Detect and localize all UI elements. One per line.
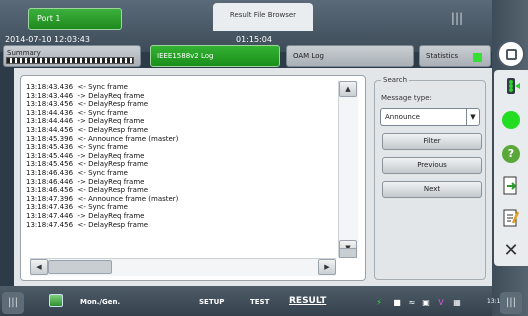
plug-icon: ⚡: [376, 298, 382, 307]
vertical-scrollbar[interactable]: [338, 81, 358, 257]
tab-ieee-label: IEEE1588v2 Log: [157, 52, 214, 60]
calendar-icon: ▦: [453, 298, 461, 307]
test-tab[interactable]: TEST: [250, 298, 269, 306]
tab-statistics[interactable]: Statistics: [419, 45, 491, 67]
message-type-label: Message type:: [381, 94, 432, 102]
sd-icon: ▣: [422, 298, 430, 307]
storage-icon: ■: [393, 298, 401, 307]
message-type-select[interactable]: Announce ▼: [380, 108, 480, 126]
log-line: 13:18:47.436 <- Sync frame: [26, 203, 128, 212]
port-1-tab[interactable]: Port 1: [28, 8, 122, 30]
log-line: 13:18:46.446 -> DelayReq frame: [26, 177, 145, 186]
mon-gen-icon[interactable]: [49, 294, 63, 307]
bottom-bar: [0, 286, 492, 316]
stop-icon: [505, 48, 517, 60]
page-title: Result File Browser: [213, 3, 313, 31]
tab-ieee1588v2-log[interactable]: IEEE1588v2 Log: [150, 45, 280, 67]
log-line: 13:18:44.436 <- Sync frame: [26, 108, 128, 117]
setup-tab[interactable]: SETUP: [199, 298, 224, 306]
tab-summary-label: Summary: [7, 49, 41, 57]
log-line: 13:18:43.436 <- Sync frame: [26, 83, 128, 91]
export-icon[interactable]: [497, 174, 525, 198]
signal-icon[interactable]: [497, 74, 525, 98]
log-line: 13:18:47.456 <- DelayResp frame: [26, 220, 149, 229]
log-line: 13:18:47.396 <- Announce frame (master): [26, 194, 179, 203]
filter-button[interactable]: Filter: [382, 133, 482, 150]
summary-progress-bar: [6, 57, 134, 64]
vertical-scroll-thumb[interactable]: [339, 248, 357, 258]
scroll-right-button[interactable]: ▶: [318, 259, 336, 275]
previous-button[interactable]: Previous: [382, 157, 482, 174]
log-line: 13:18:47.446 -> DelayReq frame: [26, 211, 145, 220]
log-line: 13:18:46.456 <- DelayResp frame: [26, 186, 149, 195]
horizontal-scroll-thumb[interactable]: [48, 260, 112, 274]
tab-summary[interactable]: Summary: [3, 45, 141, 67]
edit-file-icon[interactable]: [497, 206, 525, 230]
stop-button[interactable]: [497, 40, 525, 68]
tab-statistics-label: Statistics: [426, 52, 458, 60]
close-icon[interactable]: ✕: [497, 238, 525, 262]
statistics-led: [473, 53, 482, 62]
chevron-down-icon[interactable]: ▼: [466, 109, 479, 125]
log-line: 13:18:43.456 <- DelayResp frame: [26, 100, 149, 109]
next-button[interactable]: Next: [382, 181, 482, 198]
elapsed-time: 01:15:04: [236, 35, 272, 44]
mon-gen-label[interactable]: Mon./Gen.: [80, 298, 120, 306]
wifi-icon: ≈: [408, 298, 416, 307]
log-list: 13:18:43.436 <- Sync frame 13:18:43.446 …: [26, 83, 336, 229]
current-datetime: 2014-07-10 12:03:43: [5, 35, 90, 44]
tab-oam-log[interactable]: OAM Log: [286, 45, 414, 67]
header-grip-icon[interactable]: |||: [444, 7, 470, 29]
status-led-icon[interactable]: [497, 108, 525, 132]
scroll-left-button[interactable]: ◀: [30, 259, 48, 275]
log-line: 13:18:44.456 <- DelayResp frame: [26, 125, 149, 134]
log-line: 13:18:43.446 -> DelayReq frame: [26, 91, 145, 100]
search-legend: Search: [381, 76, 410, 84]
menu-grip-icon[interactable]: |||: [2, 292, 24, 314]
cursor-icon: V: [438, 298, 444, 307]
message-type-value: Announce: [385, 113, 420, 121]
help-icon[interactable]: ?: [497, 142, 525, 166]
log-line: 13:18:45.436 <- Sync frame: [26, 143, 128, 152]
log-line: 13:18:44.446 -> DelayReq frame: [26, 117, 145, 126]
scroll-up-button[interactable]: ▲: [339, 81, 357, 97]
log-line: 13:18:45.396 <- Announce frame (master): [26, 134, 179, 143]
log-line: 13:18:46.436 <- Sync frame: [26, 168, 128, 177]
side-grip-icon[interactable]: |||: [500, 292, 522, 314]
side-tool-panel: ? ✕: [494, 70, 528, 266]
tab-oam-label: OAM Log: [293, 52, 324, 60]
log-line: 13:18:45.456 <- DelayResp frame: [26, 160, 149, 169]
result-tab[interactable]: RESULT: [289, 296, 326, 306]
log-line: 13:18:45.446 -> DelayReq frame: [26, 151, 145, 160]
